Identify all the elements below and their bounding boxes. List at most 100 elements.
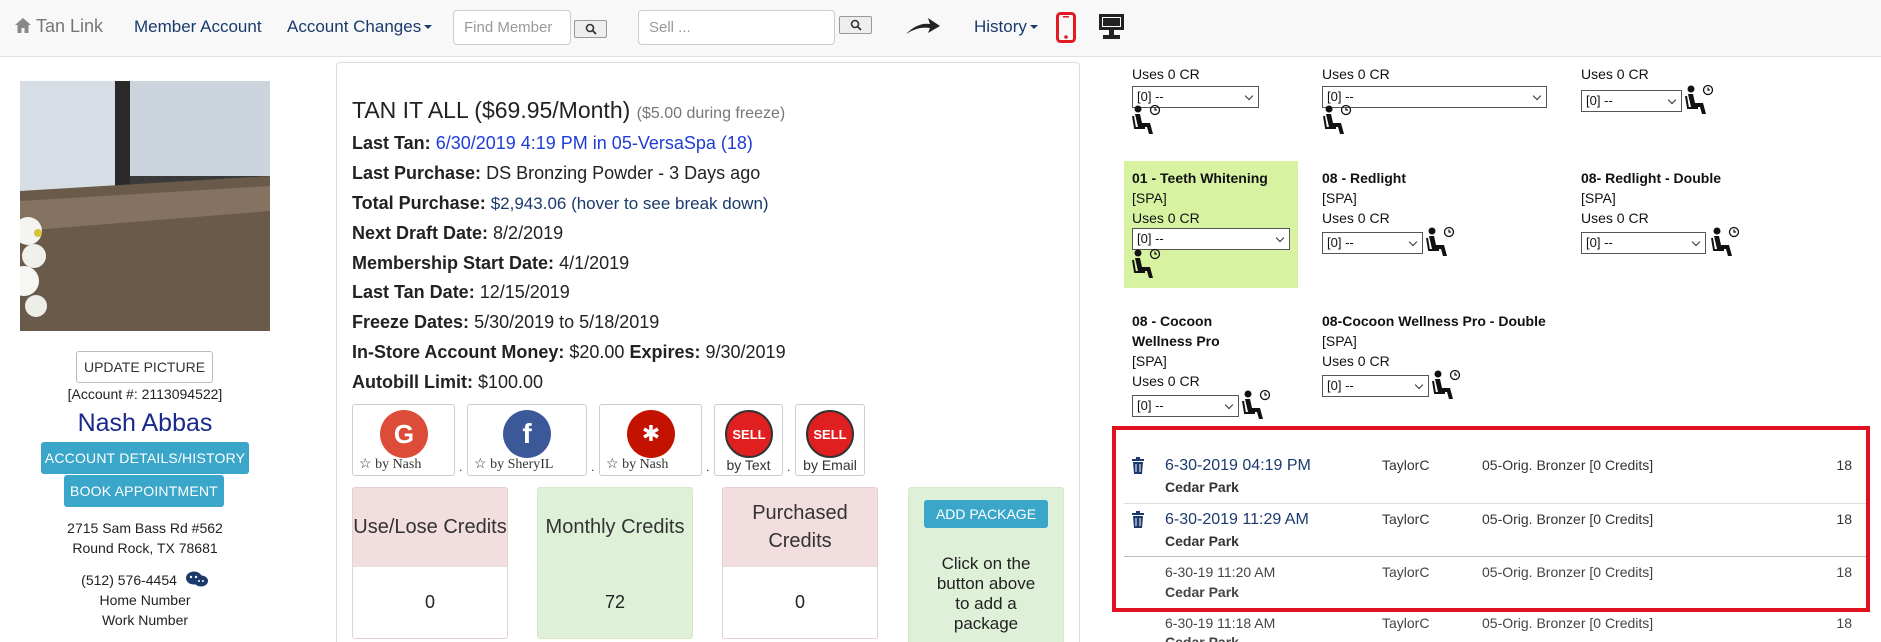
monthly-credits-card: Monthly Credits 72	[537, 487, 693, 639]
service-uses: Uses 0 CR	[1581, 210, 1649, 226]
kiosk-icon[interactable]	[1098, 13, 1125, 41]
use-lose-credits-value: 0	[353, 566, 507, 638]
top-navbar: Tan Link Member Account Account Changes …	[0, 0, 1881, 57]
autobill-value: $100.00	[478, 372, 544, 392]
last-tan-row: Last Tan: 6/30/2019 4:19 PM in 05-VersaS…	[352, 133, 753, 154]
facebook-review-label: ☆ by SheryIL	[474, 457, 554, 472]
add-package-card: ADD PACKAGE Click on the button above to…	[908, 487, 1064, 642]
trash-icon[interactable]	[1131, 511, 1145, 528]
service-uses: Uses 0 CR	[1322, 66, 1390, 82]
service-credit-select[interactable]: [0] --	[1322, 86, 1547, 108]
last-tan-date-value: 12/15/2019	[479, 282, 570, 302]
separator-dot: .	[591, 460, 595, 474]
service-credit-select[interactable]: [0] --	[1581, 90, 1682, 112]
service-redlight[interactable]: 08 - Redlight [SPA] Uses 0 CR	[1322, 168, 1406, 228]
separator-dot: .	[787, 460, 791, 474]
total-purchase-row: Total Purchase: $2,943.06 (hover to see …	[352, 193, 769, 214]
facebook-review-button[interactable]: f ☆ by SheryIL	[467, 404, 587, 476]
session-timer-icon[interactable]	[1431, 369, 1461, 401]
sell-input[interactable]	[638, 10, 835, 45]
history-description: 05-Orig. Bronzer [0 Credits]	[1482, 615, 1654, 631]
service-type: [SPA]	[1322, 190, 1357, 206]
history-date[interactable]: 6-30-2019 11:29 AM	[1165, 511, 1309, 529]
service-uses: Uses 0 CR	[1322, 210, 1390, 226]
service-cocoon[interactable]: 08 - Cocoon Wellness Pro [SPA] Uses 0 CR	[1132, 311, 1272, 391]
next-draft-label: Next Draft Date:	[352, 223, 489, 243]
history-location: Cedar Park	[1165, 479, 1239, 495]
session-timer-icon[interactable]	[1322, 104, 1352, 136]
account-details-button[interactable]: ACCOUNT DETAILS/HISTORY	[41, 442, 249, 474]
last-purchase-value: DS Bronzing Powder - 3 Days ago	[486, 163, 761, 183]
row-divider	[1124, 503, 1866, 504]
service-credit-select[interactable]: [0] --	[1581, 232, 1706, 254]
session-timer-icon[interactable]	[1684, 84, 1714, 116]
history-location: Cedar Park	[1165, 533, 1239, 549]
total-purchase-value[interactable]: $2,943.06 (hover to see break down)	[491, 194, 769, 213]
book-appointment-button[interactable]: BOOK APPOINTMENT	[64, 475, 224, 507]
last-purchase-label: Last Purchase:	[352, 163, 482, 183]
session-timer-icon[interactable]	[1131, 104, 1161, 136]
mobile-phone-icon[interactable]	[1056, 12, 1076, 43]
history-bed-number: 18	[1836, 457, 1852, 473]
nav-member-account[interactable]: Member Account	[134, 17, 262, 37]
yelp-review-button[interactable]: ✱ ☆ by Nash	[599, 404, 702, 476]
brand-link[interactable]: Tan Link	[14, 16, 103, 37]
sell-search-button[interactable]	[839, 16, 872, 34]
row-divider	[1124, 556, 1866, 557]
find-member-input[interactable]	[453, 10, 571, 45]
trash-icon[interactable]	[1131, 457, 1145, 474]
nav-account-changes[interactable]: Account Changes	[287, 17, 433, 37]
freeze-dates-label: Freeze Dates:	[352, 312, 470, 332]
history-bed-number: 18	[1836, 511, 1852, 527]
service-credit-select[interactable]: [0] --	[1322, 232, 1423, 254]
last-tan-date-label: Last Tan Date:	[352, 282, 475, 302]
sell-by-email-button[interactable]: SELL by Email	[795, 404, 865, 476]
account-changes-label: Account Changes	[287, 17, 422, 36]
session-timer-icon[interactable]	[1710, 226, 1740, 258]
address-line-1: 2715 Sam Bass Rd #562	[67, 520, 223, 536]
session-timer-icon[interactable]	[1425, 226, 1455, 258]
history-description: 05-Orig. Bronzer [0 Credits]	[1482, 564, 1654, 580]
history-date: 6-30-19 11:18 AM	[1165, 615, 1276, 631]
service-uses: Uses 0 CR	[1581, 66, 1649, 82]
chat-icon[interactable]	[185, 570, 209, 588]
add-package-button[interactable]: ADD PACKAGE	[923, 500, 1049, 528]
last-tan-date-row: Last Tan Date: 12/15/2019	[352, 282, 570, 303]
yelp-icon: ✱	[627, 410, 675, 458]
history-row: 6-30-2019 04:19 PM Cedar Park TaylorC 05…	[1120, 455, 1862, 505]
expires-label: Expires:	[629, 342, 701, 362]
service-credit-select[interactable]: [0] --	[1322, 375, 1429, 397]
google-review-button[interactable]: G ☆ by Nash	[352, 404, 455, 476]
last-tan-link[interactable]: 6/30/2019 4:19 PM in 05-VersaSpa (18)	[436, 133, 753, 153]
last-tan-label: Last Tan:	[352, 133, 431, 153]
service-redlight-double[interactable]: 08- Redlight - Double [SPA] Uses 0 CR	[1581, 168, 1721, 228]
find-member-search-button[interactable]	[574, 20, 607, 38]
nav-history[interactable]: History	[974, 17, 1038, 37]
arrow-right-icon[interactable]	[904, 16, 942, 38]
service-credit-select[interactable]: [0] --	[1132, 395, 1239, 417]
use-lose-credits-card: Use/Lose Credits 0	[352, 487, 508, 639]
session-timer-icon[interactable]	[1241, 389, 1271, 421]
service-type: [SPA]	[1132, 353, 1167, 369]
google-icon: G	[380, 410, 428, 458]
sell-by-text-button[interactable]: SELL by Text	[714, 404, 783, 476]
update-picture-button[interactable]: UPDATE PICTURE	[76, 351, 213, 383]
separator-dot: .	[459, 460, 463, 474]
history-bed-number: 18	[1836, 564, 1852, 580]
last-purchase-row: Last Purchase: DS Bronzing Powder - 3 Da…	[352, 163, 760, 184]
account-number: [Account #: 2113094522]	[67, 386, 223, 402]
service-name: 08 - Cocoon Wellness Pro	[1132, 313, 1220, 349]
history-date[interactable]: 6-30-2019 04:19 PM	[1165, 457, 1311, 475]
sell-icon: SELL	[806, 410, 854, 458]
account-money-value: $20.00	[569, 342, 625, 362]
service-credit-select[interactable]: [0] --	[1132, 228, 1290, 250]
history-label: History	[974, 17, 1027, 36]
service-uses: Uses 0 CR	[1132, 210, 1200, 226]
caret-down-icon	[424, 25, 433, 29]
home-icon	[15, 18, 31, 33]
service-teeth-whitening[interactable]: 01 - Teeth Whitening [SPA] Uses 0 CR	[1132, 168, 1268, 228]
session-timer-icon[interactable]	[1131, 248, 1161, 280]
service-cocoon-double[interactable]: 08-Cocoon Wellness Pro - Double [SPA] Uses…	[1322, 311, 1546, 371]
purchased-credits-card: Purchased Credits 0	[722, 487, 878, 639]
monthly-credits-label: Monthly Credits	[538, 488, 692, 566]
